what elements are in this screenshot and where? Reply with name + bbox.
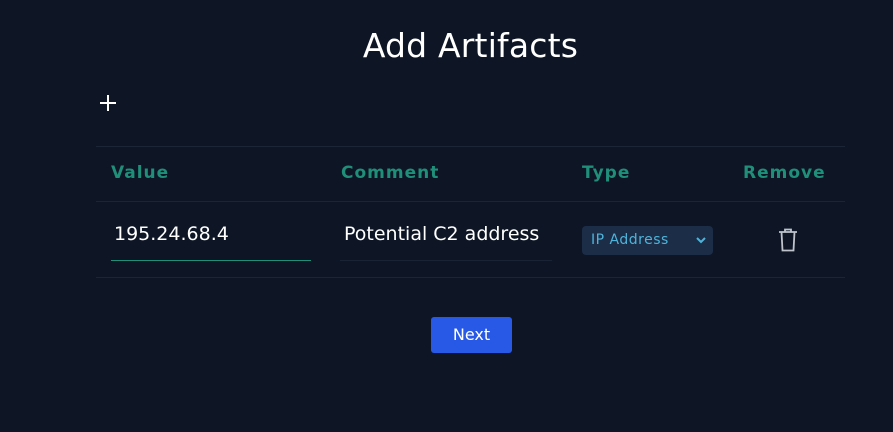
add-artifact-button[interactable] [98,93,118,113]
comment-input[interactable]: Potential C2 address [340,210,552,261]
add-artifacts-page: Add Artifacts Value Comment Type Remove … [0,0,893,432]
table-header-row: Value Comment Type Remove [96,146,845,202]
table-row: 195.24.68.4 Potential C2 address IP Addr… [96,202,845,278]
type-select[interactable]: IP Address [582,226,713,255]
type-select-value: IP Address [591,232,669,248]
value-input-text: 195.24.68.4 [114,223,229,245]
remove-row-button[interactable] [777,227,799,253]
trash-icon [779,228,797,252]
chevron-down-icon [696,237,706,244]
page-title: Add Artifacts [362,26,579,65]
value-input[interactable]: 195.24.68.4 [111,210,311,261]
column-header-comment: Comment [341,163,440,183]
plus-icon [100,95,116,111]
comment-input-text: Potential C2 address [344,223,540,245]
next-button[interactable]: Next [431,317,512,353]
column-header-type: Type [582,163,631,183]
artifacts-table: Value Comment Type Remove 195.24.68.4 Po… [96,146,845,278]
column-header-value: Value [111,163,170,183]
column-header-remove: Remove [743,163,826,183]
